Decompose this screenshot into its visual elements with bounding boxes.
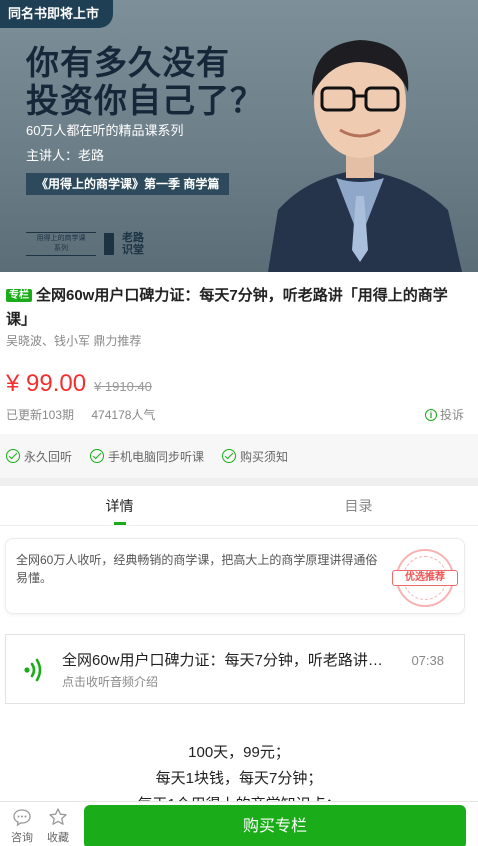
update-count: 已更新103期	[6, 408, 75, 422]
audio-title: 全网60w用户口碑力证：每天7分钟，听老路讲「用得上的商学课」	[62, 652, 392, 669]
benefits-bar: 永久回听 手机电脑同步听课 购买须知	[0, 434, 478, 478]
star-icon	[49, 808, 67, 825]
favorite-button[interactable]: 收藏	[40, 807, 76, 845]
banner-logo-text: 老路识堂	[122, 232, 144, 256]
description-line: 每天1块钱，每天7分钟；	[155, 770, 323, 787]
benefit-label: 手机电脑同步听课	[108, 449, 205, 464]
banner-headline-line-1: 你有多久没有	[26, 44, 230, 81]
benefit-label: 永久回听	[24, 449, 73, 464]
benefit-purchase-notice[interactable]: 购买须知	[222, 448, 288, 465]
audio-subtitle: 点击收听音频介绍	[62, 675, 159, 689]
course-title: 专栏 全网60w用户口碑力证：每天7分钟，听老路讲「用得上的商学课」	[6, 284, 468, 332]
intro-card: 全网60万人收听，经典畅销的商学课，把高大上的商学原理讲得通俗易懂。 优选推荐	[5, 538, 465, 614]
intro-text: 全网60万人收听，经典畅销的商学课，把高大上的商学原理讲得通俗易懂。	[16, 553, 378, 585]
banner-headline: 你有多久没有 投资你自己了？	[26, 44, 264, 120]
speaker-portrait	[268, 40, 462, 272]
favorite-label: 收藏	[47, 832, 69, 844]
tab-details[interactable]: 详情	[0, 486, 239, 525]
complain-button[interactable]: i 投诉	[424, 406, 464, 423]
banner-logo-box-top: 用得上的商学课	[36, 235, 86, 242]
price-row: ¥ 99.00 ¥ 1910.40	[6, 370, 152, 398]
logo-mark-icon	[104, 233, 114, 255]
banner-logo: 用得上的商学课 系列 老路识堂	[26, 232, 148, 256]
chat-bubble-icon	[13, 809, 31, 827]
bottom-action-bar: 咨询 收藏 购买专栏	[0, 801, 478, 846]
check-circle-icon	[222, 449, 237, 463]
stamp-label: 优选推荐	[392, 570, 458, 586]
banner-tag: 同名书即将上市	[0, 0, 114, 28]
recommend-stamp: 优选推荐	[392, 549, 458, 607]
benefit-label: 购买须知	[240, 449, 289, 464]
column-badge: 专栏	[6, 289, 32, 302]
buy-column-button[interactable]: 购买专栏	[84, 805, 466, 846]
banner-logo-box: 用得上的商学课 系列	[26, 232, 96, 256]
info-icon: i	[424, 408, 437, 421]
benefit-lifetime-replay: 永久回听	[6, 448, 72, 465]
banner-series: 《用得上的商学课》第一季 商学篇	[26, 173, 230, 195]
audio-intro-card[interactable]: 全网60w用户口碑力证：每天7分钟，听老路讲「用得上的商学课」 点击收听音频介绍…	[5, 634, 465, 704]
course-banner: 同名书即将上市 你有多久没有 投资你自己了？ 60万人都在听的精品课系列 主讲人…	[0, 0, 478, 272]
content-tabs: 详情 目录	[0, 486, 478, 526]
tab-catalog[interactable]: 目录	[239, 486, 478, 525]
consult-button[interactable]: 咨询	[4, 807, 40, 845]
current-price: ¥ 99.00	[6, 370, 87, 397]
check-circle-icon	[6, 449, 20, 463]
description-line: 100天，99元；	[188, 744, 290, 761]
banner-headline-line-2: 投资你自己了？	[26, 82, 264, 119]
popularity: 474178人气	[91, 408, 156, 422]
recommenders: 吴晓波、钱小军 鼎力推荐	[6, 334, 142, 348]
original-price: ¥ 1910.40	[94, 379, 152, 394]
audio-duration: 07:38	[411, 653, 444, 668]
course-title-text: 全网60w用户口碑力证：每天7分钟，听老路讲「用得上的商学课」	[6, 287, 448, 328]
consult-label: 咨询	[11, 832, 33, 844]
course-meta: 已更新103期 474178人气	[6, 406, 169, 423]
complain-label: 投诉	[439, 408, 464, 422]
benefit-multi-device: 手机电脑同步听课	[90, 448, 204, 465]
audio-wave-icon	[24, 658, 42, 682]
check-circle-icon	[90, 449, 105, 463]
banner-subtitle: 60万人都在听的精品课系列	[26, 123, 184, 138]
section-divider	[0, 478, 478, 486]
banner-speaker: 主讲人：老路	[26, 148, 105, 163]
banner-logo-box-bottom: 系列	[54, 245, 68, 252]
